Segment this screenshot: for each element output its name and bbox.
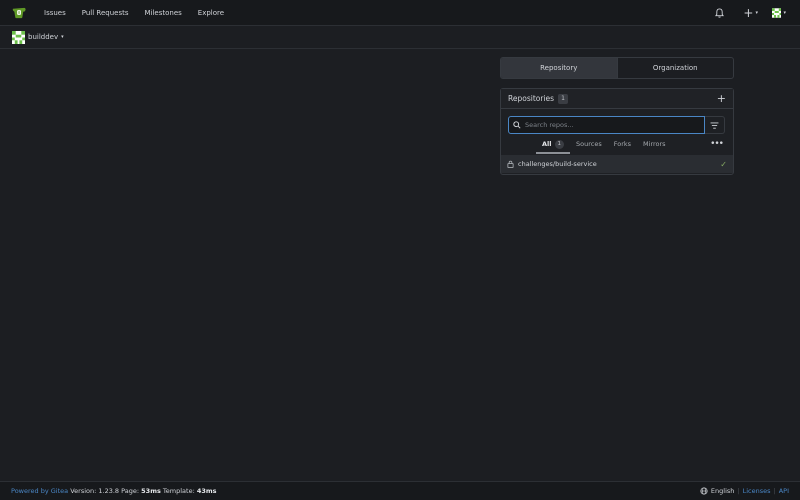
api-link[interactable]: API <box>779 487 789 495</box>
filter-tab-all[interactable]: All 1 <box>536 134 570 154</box>
context-bar: builddev ▾ <box>0 26 800 49</box>
context-switcher[interactable]: builddev ▾ <box>12 30 64 44</box>
template-time-label: Template: <box>162 487 195 495</box>
separator: | <box>773 487 776 495</box>
user-menu[interactable]: ▾ <box>772 6 786 20</box>
repos-panel-title: Repositories <box>508 94 555 103</box>
nav-pull-requests[interactable]: Pull Requests <box>74 9 137 17</box>
bell-icon[interactable] <box>711 5 727 21</box>
chevron-down-icon: ▾ <box>755 9 758 16</box>
lock-icon <box>507 160 514 168</box>
chevron-down-icon: ▾ <box>783 9 786 16</box>
search-box <box>508 116 705 134</box>
repo-filter-tabs: All 1 Sources Forks Mirrors ••• <box>501 134 733 154</box>
avatar-icon <box>772 7 782 18</box>
footer: Powered by Gitea Version: 1.23.8 Page: 5… <box>0 481 800 500</box>
page-time-label: Page: <box>121 487 140 495</box>
top-navbar: Issues Pull Requests Milestones Explore … <box>0 0 800 26</box>
powered-by-link[interactable]: Powered by Gitea <box>11 487 68 495</box>
chevron-down-icon: ▾ <box>61 34 64 40</box>
context-name: builddev <box>28 33 59 41</box>
template-time: 43ms <box>196 487 217 495</box>
plus-icon: + <box>743 5 754 20</box>
nav-milestones[interactable]: Milestones <box>136 9 189 17</box>
page-time: 53ms <box>141 487 161 495</box>
filter-tab-sources[interactable]: Sources <box>570 134 608 154</box>
avatar-icon <box>12 30 25 44</box>
create-new-menu[interactable]: + ▾ <box>743 5 758 20</box>
filter-tab-forks[interactable]: Forks <box>608 134 637 154</box>
filter-all-count: 1 <box>554 139 564 149</box>
language-selector[interactable]: English <box>711 487 734 495</box>
repo-list-item[interactable]: challenges/build-service ✓ <box>501 155 733 173</box>
add-repo-button[interactable]: + <box>717 93 726 104</box>
filter-icon <box>710 121 719 129</box>
repos-panel-header: Repositories 1 + <box>501 89 733 109</box>
gitea-logo-icon[interactable] <box>11 5 27 21</box>
dashboard-tab-switch: Repository Organization <box>500 57 734 79</box>
globe-icon <box>700 487 708 495</box>
filter-button[interactable] <box>705 116 725 134</box>
version-label: Version: <box>70 487 97 495</box>
repo-name[interactable]: challenges/build-service <box>518 160 597 168</box>
repos-panel: Repositories 1 + All 1 Sources Forks Mir… <box>500 88 734 175</box>
nav-issues[interactable]: Issues <box>36 9 74 17</box>
filter-tab-all-label: All <box>542 140 552 148</box>
separator: | <box>737 487 740 495</box>
check-icon: ✓ <box>720 159 727 169</box>
tab-organization[interactable]: Organization <box>618 58 734 78</box>
repo-count-badge: 1 <box>558 93 568 104</box>
licenses-link[interactable]: Licenses <box>743 487 771 495</box>
tab-repository[interactable]: Repository <box>501 58 618 78</box>
kebab-icon[interactable]: ••• <box>710 139 724 149</box>
filter-tab-mirrors[interactable]: Mirrors <box>637 134 672 154</box>
version-value: 1.23.8 <box>98 487 120 495</box>
nav-explore[interactable]: Explore <box>190 9 232 17</box>
search-input[interactable] <box>525 121 695 129</box>
search-icon <box>513 121 521 129</box>
